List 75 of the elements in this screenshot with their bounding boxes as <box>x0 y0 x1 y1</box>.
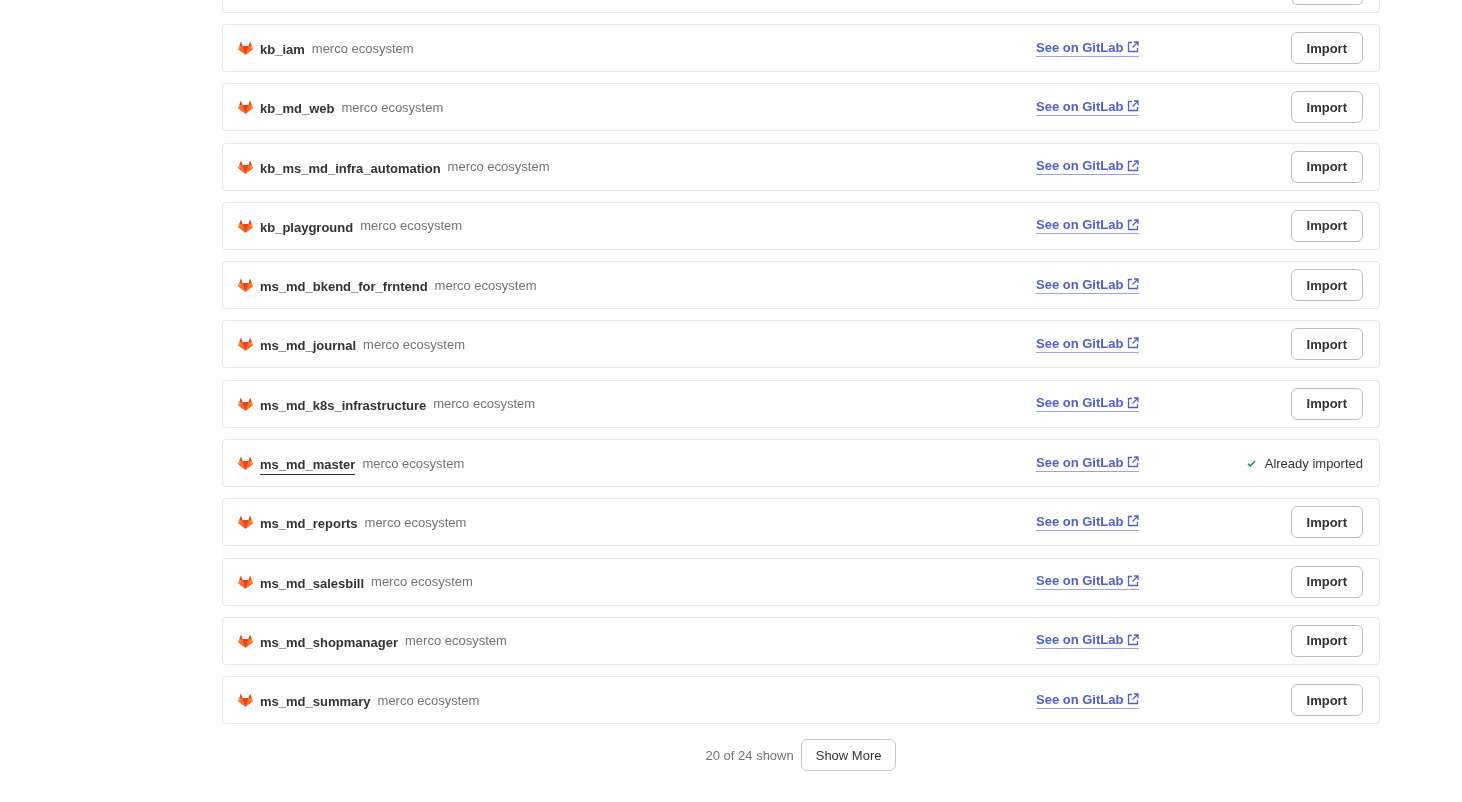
repository-name-link[interactable]: ms_md_journal <box>260 335 357 357</box>
repository-name-link[interactable]: kb_ms_md_infra_automation <box>260 157 441 179</box>
external-link-icon <box>1127 337 1140 350</box>
repository-name-link[interactable]: kb_playground <box>260 216 354 238</box>
external-link-icon <box>1127 218 1140 231</box>
namespace-label: merco ecosystem <box>377 692 480 708</box>
import-button[interactable]: Import <box>1290 209 1363 242</box>
fox-head-icon <box>238 337 253 352</box>
shown-count-label: 20 of 24 shown <box>705 747 794 763</box>
see-on-gitlab-link[interactable]: See on GitLab <box>1036 217 1140 235</box>
fox-head-icon <box>238 515 253 530</box>
repository-name-link[interactable]: ms_md_reports <box>260 513 358 535</box>
external-link-icon <box>1127 159 1140 172</box>
fox-head-icon <box>238 159 253 174</box>
fox-head-icon <box>238 278 253 293</box>
see-on-gitlab-link[interactable]: See on GitLab <box>1036 276 1140 294</box>
see-on-gitlab-link[interactable]: See on GitLab <box>1036 98 1140 116</box>
see-on-gitlab-link[interactable]: See on GitLab <box>1036 632 1140 650</box>
fox-head-icon <box>238 396 253 411</box>
import-button[interactable]: Import <box>1290 91 1363 124</box>
import-button[interactable]: Import <box>1290 624 1363 657</box>
namespace-label: merco ecosystem <box>447 159 550 175</box>
import-button[interactable]: Import <box>1290 328 1363 361</box>
import-button[interactable]: Import <box>1290 565 1363 598</box>
see-on-gitlab-link[interactable]: See on GitLab <box>1036 573 1140 591</box>
import-button[interactable]: Import <box>1290 269 1363 302</box>
external-link-icon <box>1127 633 1140 646</box>
external-link-icon <box>1127 456 1140 469</box>
import-button[interactable]: Import <box>1290 150 1363 183</box>
namespace-label: merco ecosystem <box>341 99 444 115</box>
external-link-icon <box>1127 100 1140 113</box>
see-on-gitlab-link[interactable]: See on GitLab <box>1036 454 1140 472</box>
fox-head-icon <box>238 218 253 233</box>
import-status-label: Already imported <box>1264 455 1363 471</box>
external-link-icon <box>1127 41 1140 53</box>
fox-head-icon <box>238 693 253 708</box>
show-more-button[interactable]: Show More <box>800 739 897 772</box>
fox-head-icon <box>238 456 253 471</box>
fox-head-icon <box>238 633 253 648</box>
external-link-icon <box>1127 574 1140 587</box>
namespace-label: merco ecosystem <box>371 574 473 590</box>
repository-name-link[interactable]: ms_md_summary <box>260 691 371 713</box>
repository-name-link[interactable]: ms_md_k8s_infrastructure <box>260 394 427 416</box>
external-link-icon <box>1127 693 1140 706</box>
repository-name-link[interactable]: ms_md_salesbill <box>260 572 365 594</box>
namespace-label: merco ecosystem <box>364 514 467 530</box>
import-button[interactable]: Import <box>1290 387 1363 420</box>
namespace-label: merco ecosystem <box>433 396 536 412</box>
fox-head-icon <box>238 100 253 115</box>
external-link-icon <box>1127 515 1140 528</box>
repository-name-link[interactable]: ms_md_master <box>260 454 356 476</box>
fox-head-icon <box>238 41 253 55</box>
repository-name-link[interactable]: ms_md_bkend_for_frntend <box>260 276 428 298</box>
namespace-label: merco ecosystem <box>360 218 463 234</box>
namespace-label: merco ecosystem <box>362 455 465 471</box>
see-on-gitlab-link[interactable]: See on GitLab <box>1036 513 1140 531</box>
external-link-icon <box>1127 278 1140 291</box>
namespace-label: merco ecosystem <box>405 633 507 649</box>
repository-name-link[interactable]: ms_md_shopmanager <box>260 631 398 653</box>
namespace-label: merco ecosystem <box>311 40 414 56</box>
check-icon <box>1246 459 1256 467</box>
namespace-label: merco ecosystem <box>363 337 465 352</box>
see-on-gitlab-link[interactable]: See on GitLab <box>1036 691 1140 709</box>
see-on-gitlab-link[interactable]: See on GitLab <box>1036 395 1140 413</box>
import-button[interactable]: Import <box>1290 506 1363 539</box>
namespace-label: merco ecosystem <box>434 277 537 293</box>
repository-name-link[interactable]: kb_md_web <box>260 98 335 120</box>
see-on-gitlab-link[interactable]: See on GitLab <box>1036 336 1140 353</box>
see-on-gitlab-link[interactable]: See on GitLab <box>1036 39 1140 57</box>
import-button[interactable]: Import <box>1290 32 1363 64</box>
repository-name-link[interactable]: kb_iam <box>260 39 305 60</box>
external-link-icon <box>1127 396 1140 409</box>
fox-head-icon <box>238 574 253 589</box>
see-on-gitlab-link[interactable]: See on GitLab <box>1036 158 1140 176</box>
import-button[interactable]: Import <box>1290 684 1363 717</box>
